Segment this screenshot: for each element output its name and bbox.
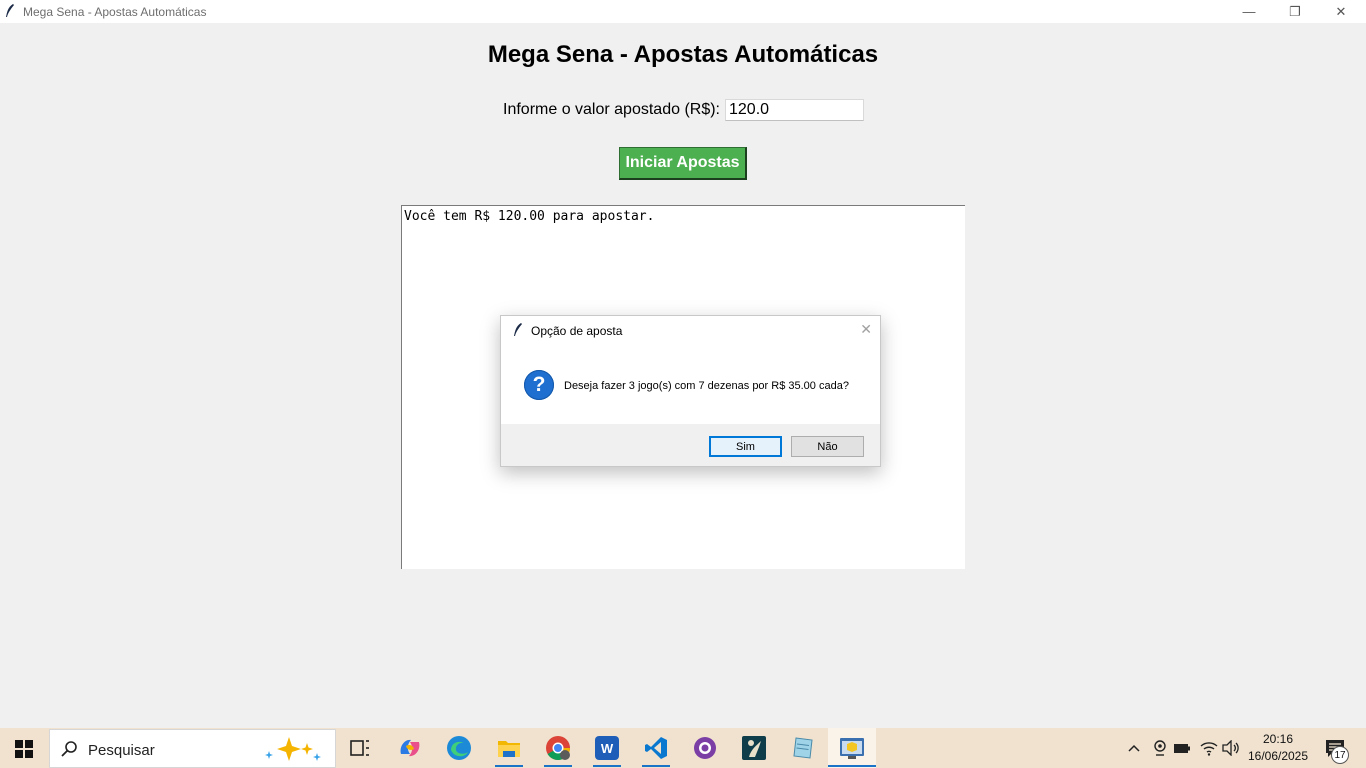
copilot-button[interactable]: [386, 728, 434, 768]
amount-input[interactable]: [725, 99, 864, 121]
restore-icon: ❐: [1289, 3, 1301, 19]
taskbar: Pesquisar W 20:16 16/06/2025 17: [0, 728, 1366, 768]
taskbar-clock[interactable]: 20:16 16/06/2025: [1243, 731, 1313, 765]
minimize-button[interactable]: —: [1226, 0, 1272, 23]
output-line: Você tem R$ 120.00 para apostar.: [404, 209, 655, 224]
chevron-up-icon: [1128, 744, 1140, 752]
dialog-footer: Sim Não: [501, 424, 880, 466]
notification-count-badge: 17: [1331, 746, 1349, 764]
windows-start-icon[interactable]: [15, 740, 33, 758]
wifi-icon: [1200, 742, 1218, 756]
task-view-icon: [350, 740, 369, 756]
task-view-button[interactable]: [336, 728, 384, 768]
file-explorer-button[interactable]: [485, 728, 533, 768]
running-indicator: [544, 765, 572, 767]
close-button[interactable]: ✕: [1318, 0, 1364, 23]
running-indicator: [642, 765, 670, 767]
volume-icon: [1222, 740, 1239, 756]
no-button[interactable]: Não: [791, 436, 864, 457]
running-indicator: [593, 765, 621, 767]
chrome-icon: [546, 736, 570, 761]
maximize-button[interactable]: ❐: [1272, 0, 1318, 23]
clock-date: 16/06/2025: [1247, 749, 1309, 763]
tray-meet-now[interactable]: [1150, 728, 1170, 768]
amount-label: Informe o valor apostado (R$):: [503, 101, 720, 118]
start-bets-button[interactable]: Iniciar Apostas: [619, 147, 747, 180]
show-hidden-icons-button[interactable]: [1124, 728, 1144, 768]
github-desktop-icon: [694, 737, 716, 759]
app-heading: Mega Sena - Apostas Automáticas: [487, 41, 879, 68]
clock-time: 20:16: [1262, 732, 1294, 746]
kindle-icon: [742, 736, 766, 760]
python-tk-button[interactable]: [828, 728, 876, 768]
question-icon: ?: [524, 370, 554, 400]
github-desktop-button[interactable]: [681, 728, 729, 768]
tk-feather-icon: [514, 323, 522, 336]
battery-icon: [1174, 744, 1190, 753]
minimize-icon: —: [1242, 4, 1256, 19]
tray-volume[interactable]: [1220, 728, 1242, 768]
word-icon: W: [595, 736, 619, 760]
yes-button[interactable]: Sim: [709, 436, 782, 457]
python-tk-icon: [840, 738, 864, 759]
bet-option-dialog: Opção de aposta ✕ ? Deseja fazer 3 jogo(…: [500, 315, 881, 467]
search-placeholder: Pesquisar: [88, 742, 155, 759]
window-titlebar: Mega Sena - Apostas Automáticas — ❐ ✕: [0, 0, 1366, 23]
word-button[interactable]: W: [583, 728, 631, 768]
search-icon: [61, 741, 77, 757]
tk-feather-icon: [6, 4, 14, 17]
dialog-close-icon[interactable]: ✕: [860, 321, 872, 338]
copilot-icon: [400, 739, 420, 757]
vscode-icon: [645, 737, 667, 759]
chrome-button[interactable]: [534, 728, 582, 768]
window-title: Mega Sena - Apostas Automáticas: [23, 5, 207, 19]
vscode-button[interactable]: [632, 728, 680, 768]
copilot-sparkle-icon: [265, 737, 321, 761]
edge-button[interactable]: [435, 728, 483, 768]
close-icon: ✕: [1335, 3, 1347, 19]
running-indicator: [495, 765, 523, 767]
kindle-button[interactable]: [730, 728, 778, 768]
tray-battery[interactable]: [1172, 728, 1192, 768]
edge-icon: [447, 736, 471, 760]
file-explorer-icon: [498, 741, 520, 757]
webcam-icon: [1154, 740, 1166, 756]
notepad-icon: [793, 737, 813, 759]
tray-wifi[interactable]: [1198, 728, 1220, 768]
taskbar-search[interactable]: Pesquisar: [49, 729, 336, 768]
notepad-button[interactable]: [779, 728, 827, 768]
running-indicator: [828, 765, 876, 767]
dialog-message: Deseja fazer 3 jogo(s) com 7 dezenas por…: [564, 380, 849, 392]
dialog-title: Opção de aposta: [531, 324, 623, 338]
